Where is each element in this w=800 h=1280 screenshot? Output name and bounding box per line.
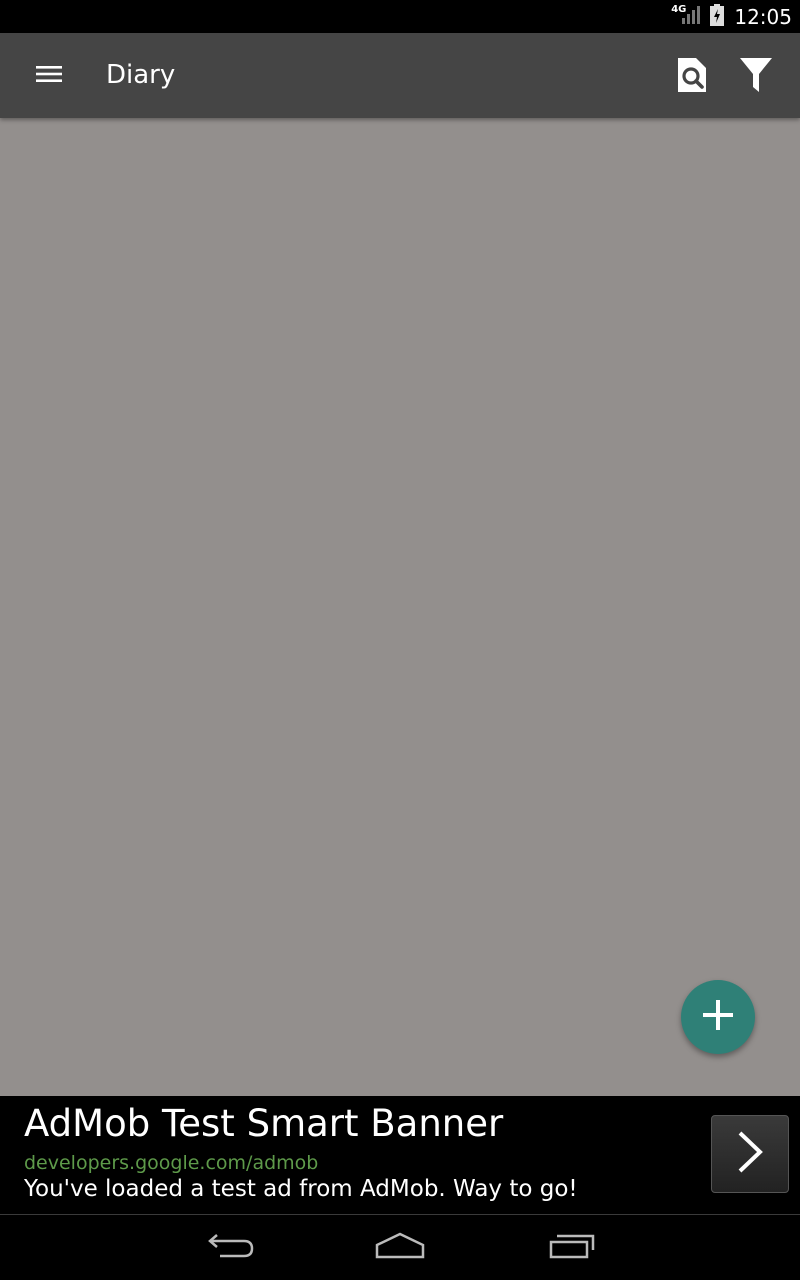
app-bar: Diary: [0, 33, 800, 118]
back-icon: [206, 1231, 254, 1265]
recents-button[interactable]: [532, 1222, 612, 1274]
diary-content-area: [0, 118, 800, 1096]
filter-button[interactable]: [732, 53, 780, 101]
menu-icon: [35, 63, 63, 89]
ad-description: You've loaded a test ad from AdMob. Way …: [24, 1176, 578, 1202]
filter-icon: [739, 56, 773, 98]
search-document-icon: [676, 56, 708, 98]
ad-title: AdMob Test Smart Banner: [24, 1102, 504, 1145]
app-title: Diary: [106, 60, 176, 90]
add-entry-button[interactable]: [681, 980, 755, 1054]
home-icon: [374, 1231, 426, 1265]
network-type-label: 4G: [671, 4, 687, 15]
recents-icon: [548, 1231, 596, 1265]
battery-icon: [710, 3, 725, 30]
home-button[interactable]: [360, 1222, 440, 1274]
chevron-right-icon: [735, 1130, 765, 1178]
ad-open-button[interactable]: [711, 1115, 789, 1193]
ad-banner[interactable]: AdMob Test Smart Banner developers.googl…: [0, 1096, 800, 1215]
status-indicators: 4G 12:05: [671, 0, 792, 33]
system-nav-bar: [0, 1216, 800, 1280]
search-button[interactable]: [668, 53, 716, 101]
back-button[interactable]: [190, 1222, 270, 1274]
menu-button[interactable]: [22, 53, 76, 99]
plus-icon: [701, 998, 735, 1036]
status-bar: 4G 12:05: [0, 0, 800, 33]
status-clock: 12:05: [734, 4, 792, 29]
ad-url[interactable]: developers.google.com/admob: [24, 1152, 318, 1174]
screen: 4G 12:05 Diary AdMob Test Smart Banner d…: [0, 0, 800, 1280]
